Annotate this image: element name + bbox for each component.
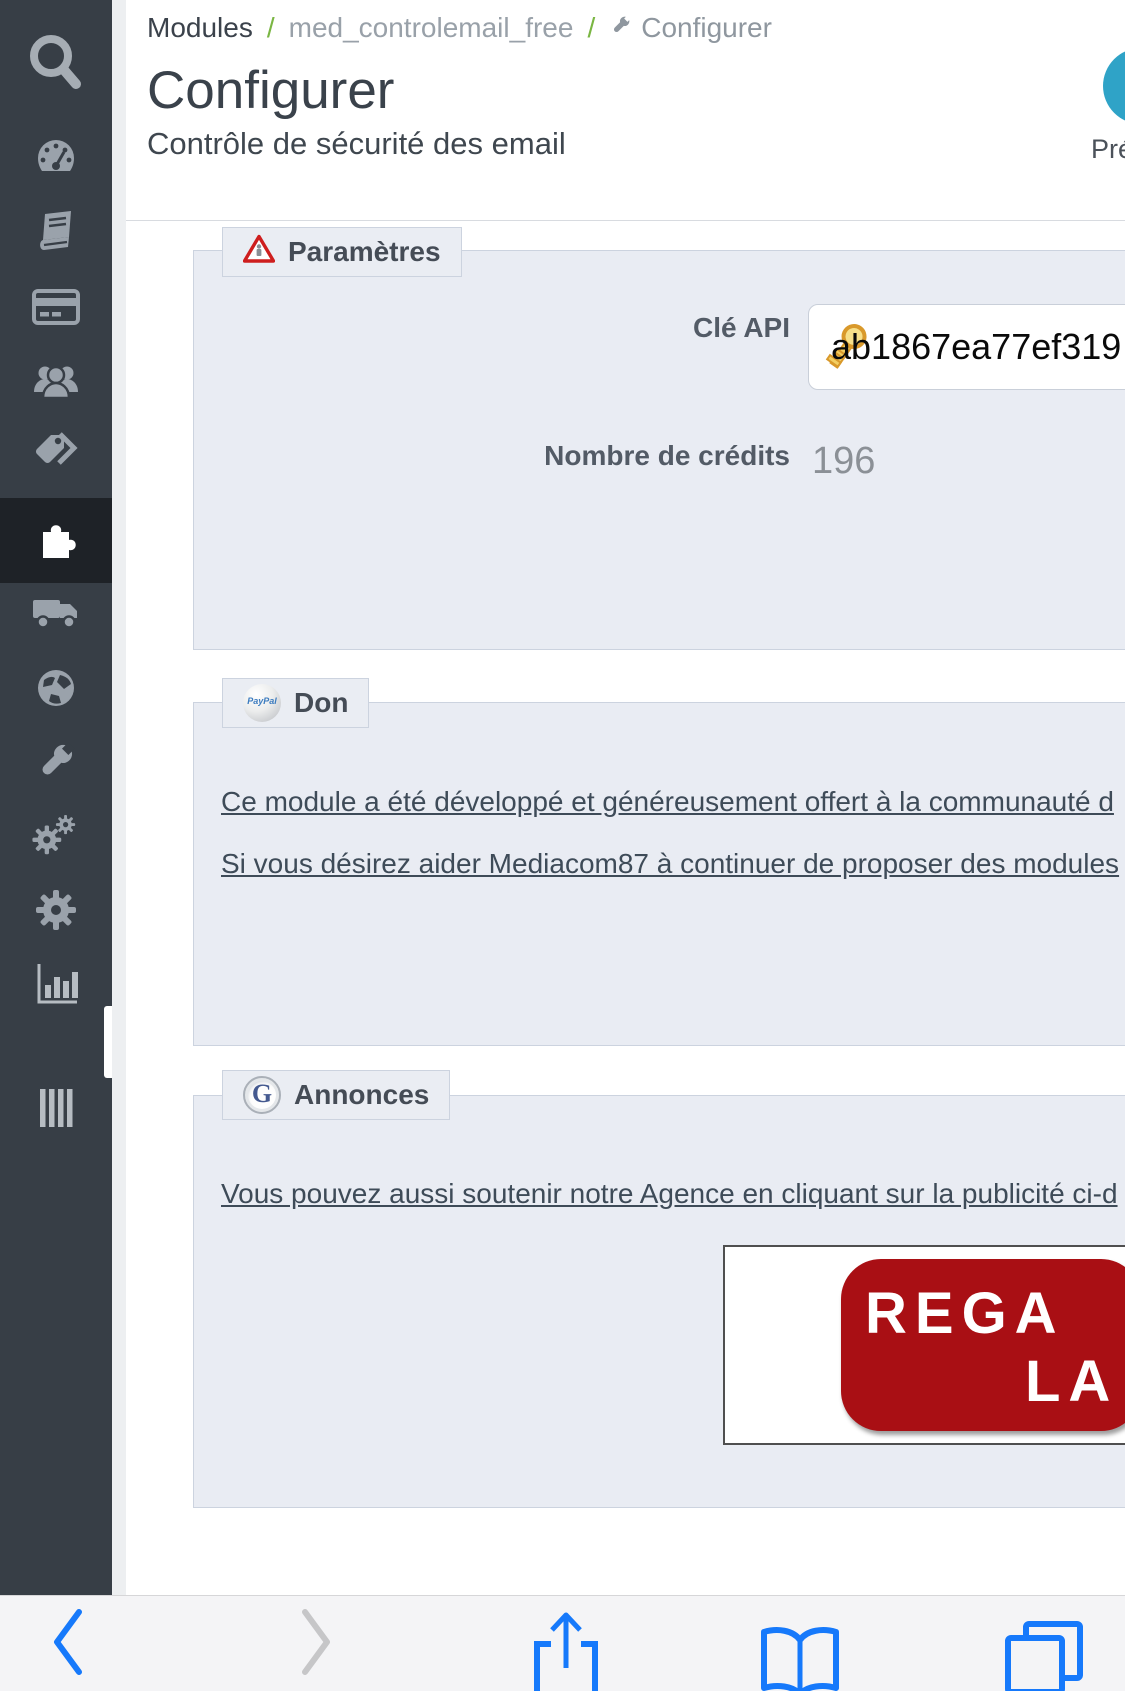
page-subtitle: Contrôle de sécurité des email <box>147 126 566 161</box>
share-icon[interactable] <box>525 1610 607 1691</box>
panel-don-heading: PayPal Don <box>222 678 370 728</box>
ad-banner[interactable]: REGA LA <box>723 1245 1125 1445</box>
page-title: Configurer <box>147 61 395 120</box>
paypal-icon: PayPal <box>243 684 281 722</box>
sidebar-item-configure[interactable] <box>0 881 112 938</box>
sidebar-item-shipping[interactable] <box>0 592 112 638</box>
preferences-wrench-icon <box>33 738 79 789</box>
ads-support-link[interactable]: Vous pouvez aussi soutenir notre Agence … <box>221 1178 1118 1210</box>
previous-button-label: Pré <box>1091 134 1125 164</box>
sidebar <box>0 0 112 1595</box>
warning-triangle-icon <box>242 234 276 271</box>
sidebar-item-advanced-parameters[interactable] <box>0 810 112 865</box>
sidebar-item-catalog[interactable] <box>0 209 112 255</box>
sidebar-item-preferences[interactable] <box>0 741 112 785</box>
sidebar-item-price-rules[interactable] <box>0 430 112 479</box>
localization-globe-icon <box>33 666 79 715</box>
bookmarks-icon[interactable] <box>752 1626 848 1691</box>
api-key-label: Clé API <box>693 312 790 343</box>
search-icon <box>25 32 87 101</box>
panel-annonces-title: Annonces <box>294 1079 430 1110</box>
breadcrumb-item-modules[interactable]: Modules <box>147 12 253 44</box>
price-tags-icon <box>32 430 80 479</box>
wrench-icon <box>609 12 633 44</box>
tabs-icon[interactable] <box>1002 1620 1086 1691</box>
active-item-indicator <box>104 1006 112 1078</box>
stats-chart-icon <box>32 961 80 1012</box>
forward-icon[interactable] <box>296 1606 336 1683</box>
sidebar-item-customers[interactable] <box>0 362 112 406</box>
sidebar-item-collapse[interactable] <box>0 1088 112 1132</box>
breadcrumb: Modules / med_controlemail_free / Config… <box>147 12 772 44</box>
api-key-input[interactable]: ab1867ea77ef319 <box>808 304 1125 390</box>
breadcrumb-item-configure: Configurer <box>609 12 772 44</box>
orders-card-icon <box>32 288 80 330</box>
page-header: Modules / med_controlemail_free / Config… <box>126 0 1125 221</box>
ad-text-line2: LA <box>1025 1349 1119 1414</box>
breadcrumb-separator: / <box>587 12 596 43</box>
settings-gear-icon <box>27 881 85 938</box>
shipping-truck-icon <box>31 594 81 637</box>
advanced-gears-icon <box>26 810 81 865</box>
screen: Modules / med_controlemail_free / Config… <box>0 0 1125 1691</box>
customers-icon <box>31 360 81 409</box>
catalog-book-icon <box>33 207 79 258</box>
sidebar-item-stats[interactable] <box>0 963 112 1009</box>
panel-annonces-heading: G Annonces <box>222 1070 451 1120</box>
breadcrumb-item-module-name[interactable]: med_controlemail_free <box>289 12 574 44</box>
panel-parametres-title: Paramètres <box>288 236 441 267</box>
browser-toolbar <box>0 1595 1125 1691</box>
sidebar-divider <box>112 0 126 1595</box>
modules-puzzle-icon <box>32 514 80 567</box>
credits-label: Nombre de crédits <box>544 440 790 471</box>
panel-don-title: Don <box>294 687 349 718</box>
sidebar-item-orders[interactable] <box>0 288 112 330</box>
previous-button[interactable] <box>1103 48 1125 124</box>
ad-text-line1: REGA <box>865 1281 1065 1346</box>
credits-value: 196 <box>812 440 876 482</box>
breadcrumb-configure-label: Configurer <box>641 12 772 43</box>
panel-parametres-heading: Paramètres <box>222 227 462 277</box>
sidebar-item-localization[interactable] <box>0 668 112 712</box>
google-icon: G <box>243 1076 281 1114</box>
donation-link-1[interactable]: Ce module a été développé et généreuseme… <box>221 786 1114 818</box>
dashboard-gauge-icon <box>33 134 79 185</box>
back-icon[interactable] <box>48 1606 88 1683</box>
sidebar-item-modules[interactable] <box>0 498 112 1078</box>
breadcrumb-separator: / <box>266 12 275 43</box>
collapse-bars-icon <box>38 1087 74 1134</box>
sidebar-item-dashboard[interactable] <box>0 136 112 182</box>
api-key-value: ab1867ea77ef319 <box>831 326 1122 367</box>
donation-link-2[interactable]: Si vous désirez aider Mediacom87 à conti… <box>221 848 1119 880</box>
sidebar-item-search[interactable] <box>0 34 112 98</box>
